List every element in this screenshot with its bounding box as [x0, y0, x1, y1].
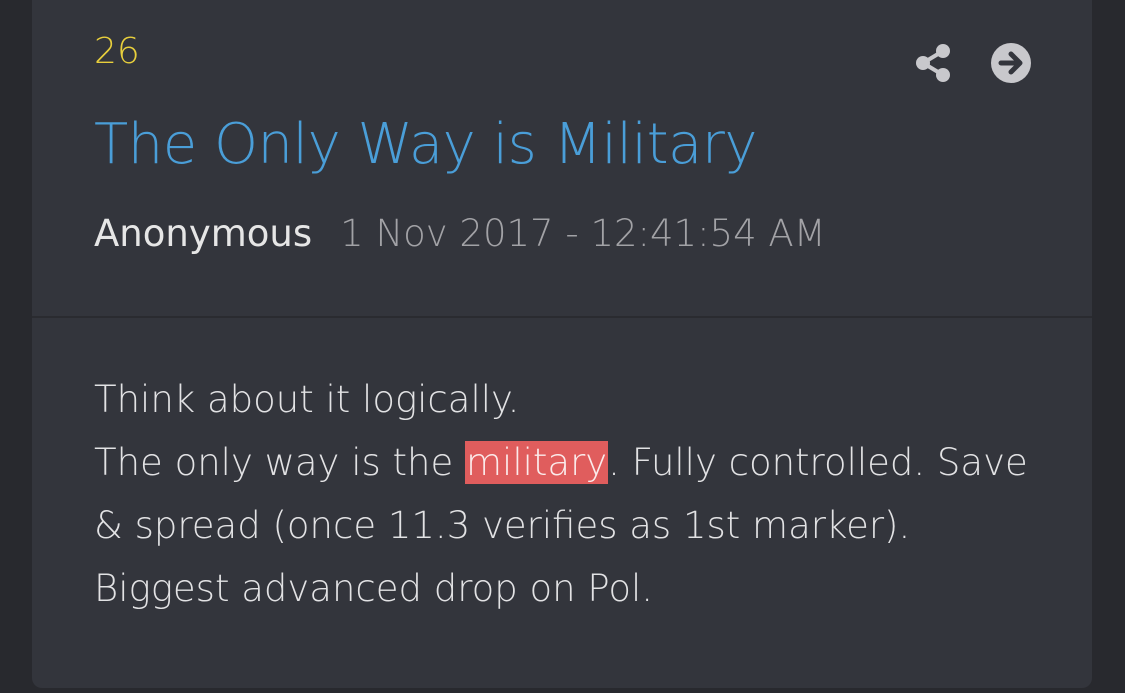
divider — [32, 316, 1092, 318]
body-text: The only way is the — [94, 441, 465, 484]
post-author: Anonymous — [94, 212, 313, 255]
post-title[interactable]: The Only Way is Military — [94, 110, 758, 180]
search-highlight: military — [465, 441, 609, 484]
post-number: 26 — [94, 31, 140, 72]
post-card: 26 The Only Way is Military Anonymous 1 … — [32, 0, 1092, 688]
post-meta: Anonymous 1 Nov 2017 - 12:41:54 AM — [94, 212, 826, 255]
post-actions — [912, 42, 1032, 84]
share-icon — [916, 44, 950, 82]
share-button[interactable] — [912, 42, 954, 84]
body-line: Think about it logically. — [94, 378, 520, 421]
arrow-right-circle-icon — [991, 43, 1031, 83]
body-line: Biggest advanced drop on Pol. — [94, 567, 654, 610]
open-post-button[interactable] — [990, 42, 1032, 84]
post-date: 1 Nov 2017 - 12:41:54 AM — [340, 212, 826, 255]
post-body: Think about it logically. The only way i… — [94, 368, 1054, 620]
